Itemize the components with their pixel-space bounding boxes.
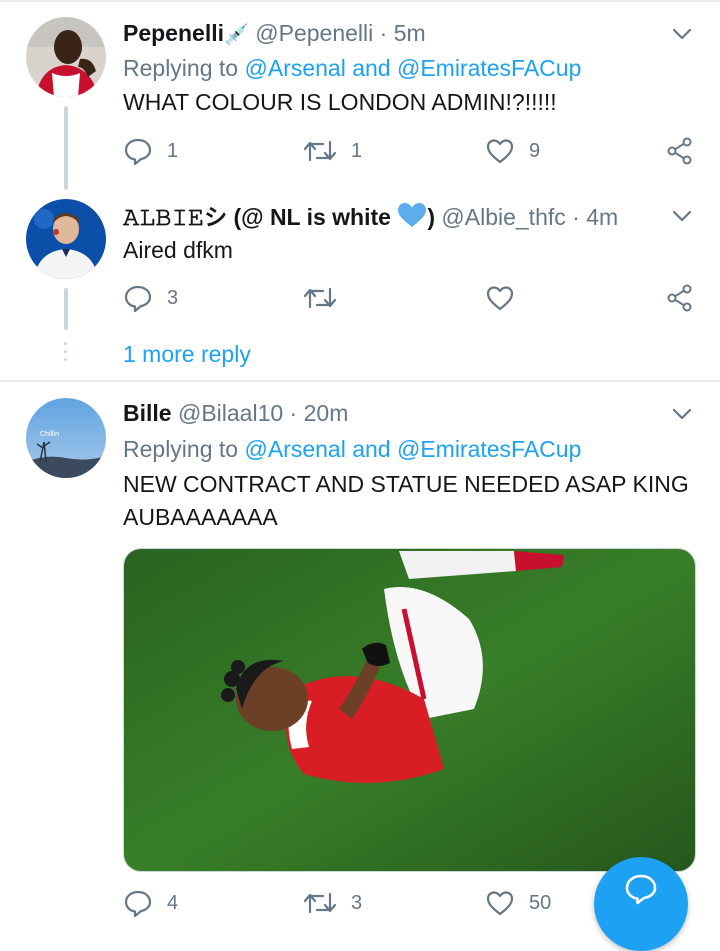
display-name[interactable]: Bille xyxy=(123,400,172,426)
retweet-count: 1 xyxy=(351,139,363,162)
caret-down-icon[interactable] xyxy=(670,204,694,228)
like-count: 50 xyxy=(529,891,552,914)
mention-link[interactable]: @EmiratesFACup xyxy=(397,436,581,462)
user-handle[interactable]: @Bilaal10 xyxy=(178,400,283,426)
separator-dot: · xyxy=(379,20,388,46)
compose-reply-button[interactable] xyxy=(594,857,688,951)
replying-to: Replying to @Arsenal and @EmiratesFACup xyxy=(123,435,581,463)
timestamp[interactable]: 4m xyxy=(586,204,618,230)
like-icon xyxy=(486,891,514,916)
reply-count: 4 xyxy=(167,891,179,914)
like-button[interactable]: 50 xyxy=(485,886,551,920)
avatar[interactable] xyxy=(26,17,106,97)
reply-button[interactable]: 4 xyxy=(123,886,178,920)
thread-line xyxy=(64,106,68,190)
display-name[interactable]: 𝙰𝙻𝙱𝙸𝙴シ (@ NL is white xyxy=(123,204,391,230)
reply-button[interactable]: 3 xyxy=(123,281,178,315)
show-more-replies-link[interactable]: 1 more reply xyxy=(123,341,251,368)
thread-dots xyxy=(64,342,68,366)
user-handle[interactable]: @Pepenelli xyxy=(255,20,373,46)
compose-icon xyxy=(625,874,657,905)
avatar[interactable] xyxy=(26,199,106,279)
like-icon xyxy=(486,286,514,311)
tweet-divider xyxy=(0,380,720,382)
reply-icon xyxy=(124,285,152,313)
share-icon xyxy=(667,284,692,312)
reply-count: 3 xyxy=(167,286,179,309)
retweet-icon xyxy=(303,140,337,162)
reply-count: 1 xyxy=(167,139,179,162)
tweet-header: 𝙰𝙻𝙱𝙸𝙴シ (@ NL is white ) @Albie_thfc · 4m xyxy=(123,202,618,234)
top-divider xyxy=(0,0,720,2)
user-handle[interactable]: @Albie_thfc xyxy=(441,204,565,230)
avatar-caption: Chillin xyxy=(40,431,59,438)
tweet-actions: 1 1 9 xyxy=(123,134,703,168)
timestamp[interactable]: 20m xyxy=(304,400,349,426)
tweet-text: Aired dfkm xyxy=(123,237,233,263)
reply-icon xyxy=(124,890,152,918)
tweet-header: Bille @Bilaal10 · 20m xyxy=(123,399,348,427)
separator-dot: · xyxy=(572,204,580,230)
retweet-button[interactable]: 3 xyxy=(303,886,362,920)
caret-down-icon[interactable] xyxy=(670,402,694,426)
reply-icon xyxy=(124,138,152,166)
replying-prefix: Replying to xyxy=(123,55,239,81)
like-button[interactable]: 9 xyxy=(485,134,540,168)
timestamp[interactable]: 5m xyxy=(394,20,426,46)
like-icon xyxy=(486,139,514,164)
like-count: 9 xyxy=(529,139,541,162)
retweet-icon xyxy=(303,287,337,309)
mention-link[interactable]: @Arsenal xyxy=(244,436,345,462)
retweet-button[interactable]: 1 xyxy=(303,134,362,168)
mention-link[interactable]: @Arsenal xyxy=(244,55,345,81)
like-button[interactable] xyxy=(485,281,515,315)
replying-to: Replying to @Arsenal and @EmiratesFACup xyxy=(123,54,581,82)
display-name-suffix: ) xyxy=(427,204,435,230)
retweet-count: 3 xyxy=(351,891,363,914)
tweet-text: NEW CONTRACT AND STATUE NEEDED ASAP KING… xyxy=(123,471,689,530)
replying-prefix: Replying to xyxy=(123,436,239,462)
separator-dot: · xyxy=(289,400,298,426)
blue-heart-icon xyxy=(397,202,427,234)
tweet-actions: 3 xyxy=(123,281,703,315)
retweet-button[interactable] xyxy=(303,281,337,315)
display-name[interactable]: Pepenelli xyxy=(123,20,224,46)
tweet-header: Pepenelli💉 @Pepenelli · 5m xyxy=(123,19,426,49)
reply-button[interactable]: 1 xyxy=(123,134,178,168)
replying-and: and xyxy=(352,55,391,81)
share-button[interactable] xyxy=(665,281,695,315)
share-button[interactable] xyxy=(665,134,695,168)
thread-line xyxy=(64,288,68,330)
avatar[interactable]: Chillin xyxy=(26,398,106,478)
caret-down-icon[interactable] xyxy=(670,22,694,46)
tweet-text: WHAT COLOUR IS LONDON ADMIN!?!!!!! xyxy=(123,89,557,115)
retweet-icon xyxy=(303,892,337,914)
tweet-media-photo[interactable] xyxy=(123,548,696,872)
mention-link[interactable]: @EmiratesFACup xyxy=(397,55,581,81)
share-icon xyxy=(667,137,692,165)
replying-and: and xyxy=(352,436,391,462)
name-emoji: 💉 xyxy=(223,24,249,46)
